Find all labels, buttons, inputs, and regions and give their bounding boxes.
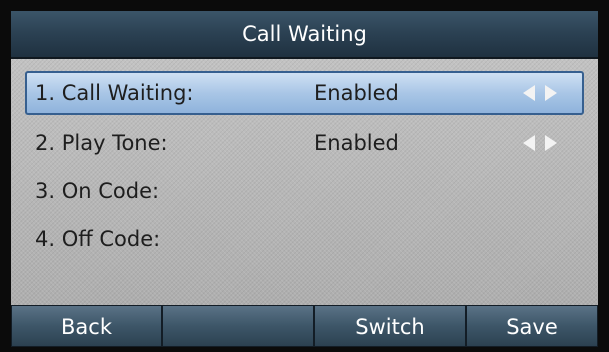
setting-label: 2. Play Tone: — [35, 131, 168, 155]
right-arrow-icon[interactable] — [545, 135, 557, 151]
setting-label: 4. Off Code: — [35, 227, 161, 251]
screen-title: Call Waiting — [11, 11, 598, 59]
setting-row-call-waiting[interactable]: 1. Call Waiting: Enabled — [25, 71, 584, 115]
setting-label: 1. Call Waiting: — [35, 81, 194, 105]
setting-value: Enabled — [314, 81, 399, 105]
phone-screen: Call Waiting 1. Call Waiting: Enabled 2.… — [0, 0, 609, 352]
left-arrow-icon[interactable] — [523, 135, 535, 151]
left-arrow-icon[interactable] — [523, 85, 535, 101]
right-arrow-icon[interactable] — [545, 85, 557, 101]
setting-label: 3. On Code: — [35, 179, 160, 203]
setting-row-play-tone[interactable]: 2. Play Tone: Enabled — [25, 121, 584, 165]
switch-softkey[interactable]: Switch — [314, 305, 466, 347]
setting-row-on-code[interactable]: 3. On Code: — [25, 169, 584, 213]
softkey-bar: Back Switch Save — [11, 305, 598, 347]
back-softkey[interactable]: Back — [11, 305, 162, 347]
setting-row-off-code[interactable]: 4. Off Code: — [25, 217, 584, 261]
save-softkey[interactable]: Save — [466, 305, 598, 347]
empty-softkey[interactable] — [162, 305, 314, 347]
setting-value: Enabled — [314, 131, 399, 155]
settings-list: 1. Call Waiting: Enabled 2. Play Tone: E… — [11, 59, 598, 307]
